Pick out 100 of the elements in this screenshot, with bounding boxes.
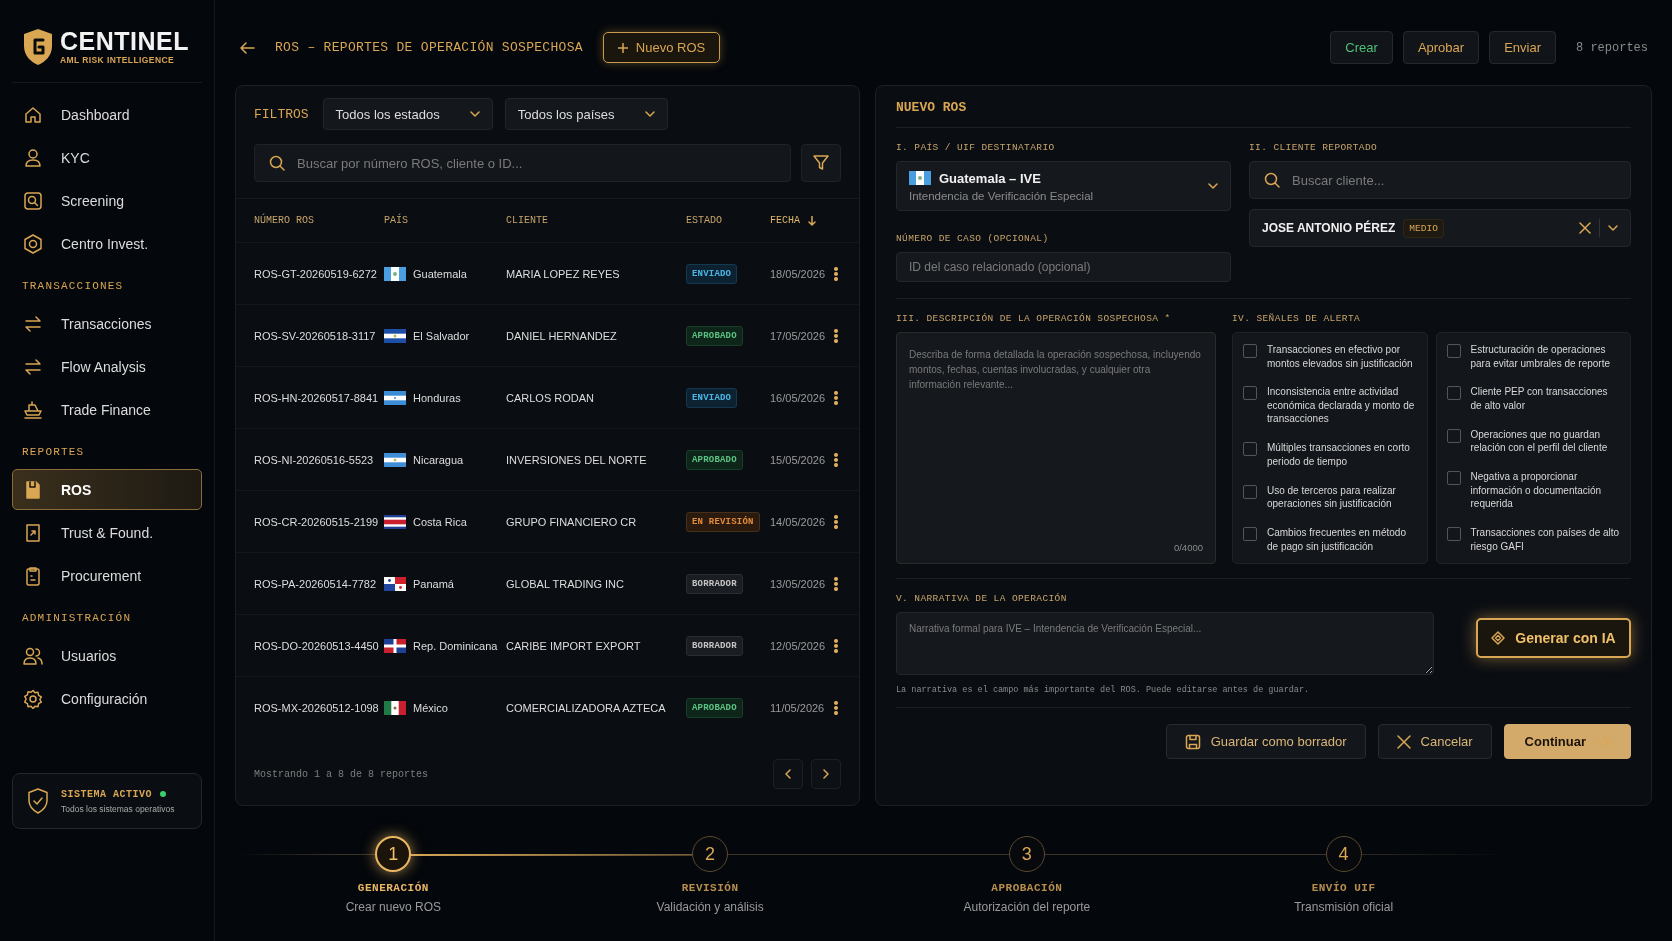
status-badge: BORRADOR [686,635,743,656]
column-header[interactable]: ESTADO [686,215,722,226]
chevron-left-icon [785,769,791,779]
more-icon[interactable] [834,328,838,343]
clipboard-icon [23,565,43,586]
table-cell: Costa Rica [413,515,467,528]
checkbox[interactable] [1446,344,1461,358]
cancel-button[interactable]: Cancelar [1377,724,1492,759]
action-button[interactable]: Enviar [1489,31,1556,64]
client-search-input[interactable]: Buscar cliente... [1290,171,1616,189]
more-icon[interactable] [834,452,838,467]
more-icon[interactable] [834,701,838,715]
column-header[interactable]: CLIENTE [506,215,548,226]
table-cell-text: ROS-MX-20260512-1098 [254,702,380,714]
search-field[interactable]: Buscar por número ROS, cliente o ID... [254,144,791,182]
checkbox[interactable] [1243,527,1257,541]
checkbox[interactable] [1243,344,1257,358]
field-label: V. NARRATIVA DE LA OPERACIÓN [896,593,1068,604]
step-circle[interactable]: 2 [692,836,729,872]
sidebar-item[interactable]: KYC [12,137,202,178]
close-icon[interactable] [1579,222,1591,234]
checkbox[interactable] [1446,471,1461,486]
shield-logo-icon [22,28,54,66]
sidebar-item[interactable]: Procurement [12,555,202,596]
new-ros-button[interactable]: Nuevo ROS [602,32,721,63]
action-button[interactable]: Aprobar [1402,31,1480,64]
page-title: ROS – REPORTES DE OPERACIÓN SOSPECHOSA [275,40,583,55]
table-cell-text: 18/05/2026 [770,267,827,280]
filter-button[interactable] [801,144,841,182]
status-badge: ENVIADO [686,263,738,284]
checkbox[interactable] [1243,442,1257,457]
more-icon[interactable] [834,638,838,653]
more-icon[interactable] [834,514,838,529]
sidebar-item[interactable]: Screening [12,180,202,221]
table-cell-text: ROS-SV-20260518-3117 [254,329,377,342]
continue-button[interactable]: Continuar [1503,724,1631,759]
pagination-info: Mostrando 1 a 8 de 8 reportes [254,768,429,780]
narrative-field[interactable]: Narrativa formal para IVE – Intendencia de Verificación Especial... [896,612,1434,675]
sidebar-item[interactable]: Centro Invest. [12,223,202,264]
status-badge: EN REVISIÓN [686,511,760,532]
search-icon [1264,172,1280,188]
section-heading: REPORTES [21,445,86,460]
field-label: III. DESCRIPCIÓN DE LA OPERACIÓN SOSPECHOSA * [896,313,1172,324]
checkbox-label: Negativa a proporcionar información o documentación requerida [1470,470,1603,511]
case-number-field[interactable]: ID del caso relacionado (opcional) [896,252,1231,282]
sidebar-item[interactable]: Transacciones [12,303,202,344]
more-icon[interactable] [834,576,838,591]
search-input[interactable]: Buscar por número ROS, cliente o ID... [295,154,776,172]
checkbox-label: Inconsistencia entre actividad económica declarada y monto de transacciones [1267,385,1416,426]
shield-check-icon [27,788,49,814]
country-select[interactable]: Guatemala – IVE Intendencia de Verificación Especial [896,161,1231,211]
back-arrow-icon [239,40,255,55]
sidebar-item[interactable]: Usuarios [12,635,202,676]
filter-dropdown[interactable]: Todos los países [504,98,668,130]
step-circle[interactable]: 3 [1008,836,1045,872]
description-field[interactable]: Describa de forma detallada la operación sospechosa, incluyendo montos, fechas, cuentas involucradas, y cualquier otra información relevante... 0/4000 [896,332,1216,564]
step-circle[interactable]: 4 [1325,836,1362,872]
step-subtitle: Autorización del reporte [963,900,1091,914]
client-search-field[interactable]: Buscar cliente... [1249,161,1631,199]
previous-page-button[interactable] [773,759,803,789]
step-circle[interactable]: 1 [375,836,412,872]
checkbox-label: Cliente PEP con transacciones de alto valor [1470,385,1609,413]
checkbox[interactable] [1446,527,1461,541]
checkbox[interactable] [1243,484,1257,499]
table-cell-text: COMERCIALIZADORA AZTECA [506,702,667,714]
column-header[interactable]: PAÍS [384,215,408,226]
sidebar-item[interactable]: ROS [12,469,202,510]
checkbox[interactable] [1243,386,1257,401]
action-button[interactable]: Crear [1330,31,1393,64]
table-cell: El Salvador [413,329,470,342]
more-icon[interactable] [834,266,838,281]
filter-dropdown[interactable]: Todos los estados [322,98,493,130]
flag-icon [384,328,406,343]
field-label: IV. SEÑALES DE ALERTA [1232,313,1362,324]
sidebar-item[interactable]: Configuración [12,678,202,719]
table-cell-text: GLOBAL TRADING INC [506,577,625,590]
next-page-button[interactable] [811,759,841,789]
checkbox-label: Transacciones con países de alto riesgo GAFI [1470,526,1620,553]
chevron-down-icon [469,111,480,117]
more-icon[interactable] [834,390,838,405]
checkbox[interactable] [1446,386,1461,401]
selected-client[interactable]: JOSE ANTONIO PÉREZ MEDIO [1249,209,1631,247]
sidebar-item[interactable]: Trade Finance [12,389,202,430]
column-header[interactable]: NÚMERO ROS [254,215,314,226]
sidebar-item[interactable]: Flow Analysis [12,346,202,387]
table-cell-text: 15/05/2026 [770,453,827,466]
sidebar-item[interactable]: Dashboard [12,94,202,135]
hint-text: La narrativa es el campo más importante del ROS. Puede editarse antes de guardar. [896,685,1311,695]
checkbox[interactable] [1446,428,1461,443]
save-draft-button[interactable]: Guardar como borrador [1165,724,1366,759]
status-title: SISTEMA ACTIVO [61,788,152,800]
generate-ai-button[interactable]: Generar con IA [1476,618,1631,658]
table-cell-text: CARIBE IMPORT EXPORT [506,639,642,652]
sidebar-item[interactable]: Trust & Found. [12,512,202,553]
flag-icon [384,701,406,715]
flag-icon [384,638,406,653]
column-header[interactable]: FECHA [770,215,816,226]
table-cell-text: 17/05/2026 [770,329,827,342]
table-cell-text: CARLOS RODAN [506,391,596,404]
sort-down-icon [808,215,816,226]
